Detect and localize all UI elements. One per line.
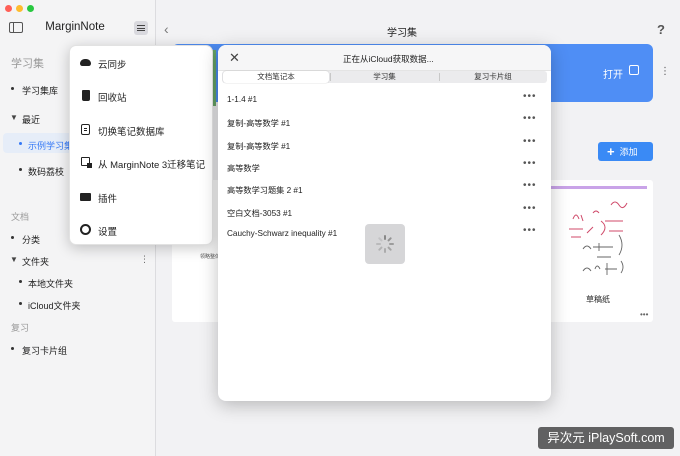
menu-item-plugins[interactable]: 插件 [70,185,214,209]
notebook-row[interactable]: 高等数学 ••• [218,158,551,180]
section-review-heading: 复习 [11,323,30,333]
more-options-icon[interactable]: ••• [523,225,537,236]
folder-options-icon[interactable]: ⋮ [140,255,149,264]
more-options-icon[interactable]: ••• [523,203,537,214]
open-button[interactable]: 打开 [603,66,623,81]
section-library-heading: 学习集 [11,58,44,70]
tab-study-sets[interactable]: 学习集 [331,71,438,83]
more-options-icon[interactable]: ••• [523,180,537,191]
loading-spinner-icon [365,224,405,264]
bullet [19,168,22,171]
sidebar-toggle-icon[interactable] [9,22,23,33]
tab-document-notebooks[interactable]: 文档笔记本 [223,71,329,83]
scratch-paper-thumbnail[interactable] [549,186,647,286]
handwriting-sketch [569,201,628,275]
disclosure-triangle-icon[interactable]: ▼ [10,255,18,264]
close-icon[interactable]: ✕ [229,50,240,66]
bullet [19,142,22,145]
app-window: MarginNote 学习集 学习集库 ▼ 最近 示例学习集 数码荔枝 文档 分… [0,0,680,456]
disclosure-triangle-icon[interactable]: ▼ [10,113,18,122]
dialog-title: 正在从iCloud获取数据... [343,54,434,64]
bullet [11,347,14,350]
external-open-icon[interactable] [629,65,639,75]
plus-icon: + [607,144,615,159]
bullet [11,87,14,90]
page-title: 学习集 [387,28,417,39]
app-title: MarginNote [45,21,105,33]
menu-item-trash[interactable]: 回收站 [70,84,214,108]
help-button[interactable]: ? [657,22,665,37]
more-options-icon[interactable]: ••• [523,158,537,169]
menu-item-cloud-sync[interactable]: 云同步 [70,51,214,75]
icloud-fetch-dialog: ✕ 正在从iCloud获取数据... 文档笔记本 学习集 复习卡片组 1-1.4… [218,45,551,401]
menu-item-switch-database[interactable]: 切换笔记数据库 [70,118,214,142]
notebook-row[interactable]: 复制-高等数学 #1 ••• [218,136,551,158]
close-window-button[interactable] [5,5,12,12]
more-options-icon[interactable]: ••• [523,136,537,147]
notebook-row[interactable]: 空白文档-3053 #1 ••• [218,203,551,225]
zoom-window-button[interactable] [27,5,34,12]
bullet [19,280,22,283]
card-label: 领略整体 [200,254,221,260]
section-docs-heading: 文档 [11,212,30,222]
hamburger-menu-button[interactable] [134,21,148,35]
notebook-row[interactable]: 高等数学习题集 2 #1 ••• [218,180,551,202]
gear-icon [80,224,91,235]
migrate-icon [81,157,92,168]
more-options-icon[interactable]: ••• [523,113,537,124]
app-menu-dropdown: 云同步 回收站 切换笔记数据库 从 MarginNote 3迁移笔记 插件 设置 [69,45,213,245]
menu-item-settings[interactable]: 设置 [70,218,214,242]
segmented-control: 文档笔记本 学习集 复习卡片组 [222,71,547,83]
trash-icon [82,90,90,101]
database-icon [81,124,90,135]
banner-more-icon[interactable]: ⋮ [660,66,670,77]
card-caption: 草稿纸 [586,295,610,304]
menu-item-migrate-mn3[interactable]: 从 MarginNote 3迁移笔记 [70,151,214,175]
bullet [11,236,14,239]
bullet [19,302,22,305]
cloud-icon [80,59,91,66]
back-chevron-icon[interactable]: ‹ [164,21,169,37]
notebook-row[interactable]: 1-1.4 #1 ••• [218,91,551,113]
dialog-header: ✕ 正在从iCloud获取数据... [218,45,551,71]
more-options-icon[interactable]: ••• [523,91,537,102]
watermark: 异次元 iPlaySoft.com [538,427,674,449]
notebook-row[interactable]: 复制-高等数学 #1 ••• [218,113,551,135]
add-button[interactable]: + 添加 [598,142,653,161]
plugin-icon [80,193,91,201]
tab-review-card-groups[interactable]: 复习卡片组 [440,71,546,83]
card-more-icon[interactable]: ••• [640,310,648,319]
minimize-window-button[interactable] [16,5,23,12]
